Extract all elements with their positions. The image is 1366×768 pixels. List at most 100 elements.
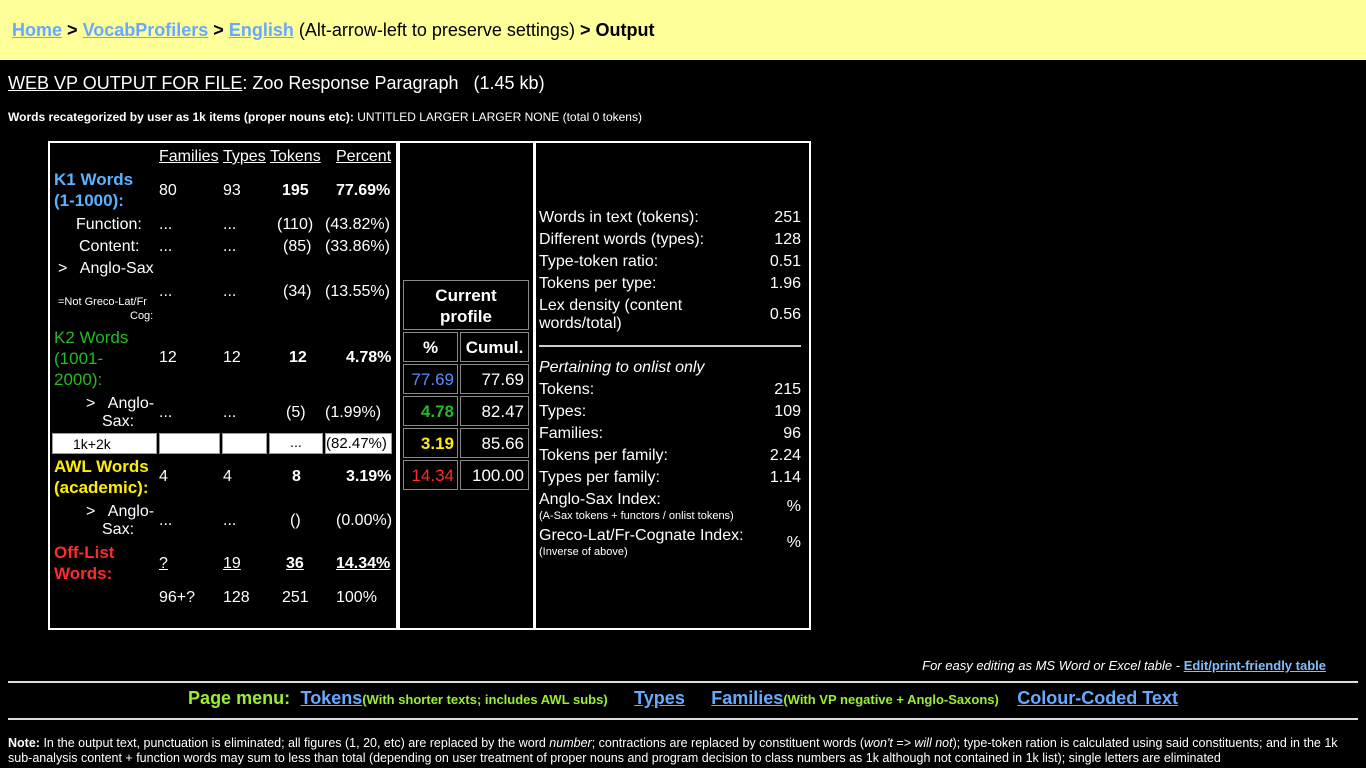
- awl-types: 4: [223, 468, 232, 485]
- content-types: ...: [223, 238, 237, 255]
- offlist-types: 19: [223, 555, 241, 572]
- k2-types: 12: [223, 349, 241, 366]
- notgreco-types: ...: [223, 283, 237, 300]
- types-per-family-value: 1.14: [769, 469, 801, 486]
- page-menu: Page menu: Tokens(With shorter texts; in…: [0, 688, 1366, 709]
- onlist-tokens-value: 215: [774, 381, 801, 398]
- stats-divider: [539, 345, 801, 347]
- notgreco-label: =Not Greco-Lat/Fr: [58, 296, 147, 308]
- different-words-label: Different words (types):: [539, 231, 705, 248]
- profile-cumul-k1: 77.69: [460, 364, 529, 394]
- footnote-text-1: In the output text, punctuation is elimi…: [43, 736, 546, 750]
- k2-percent: 4.78%: [346, 349, 392, 366]
- ttr-value: 0.51: [769, 253, 801, 270]
- anglosax3-families: ...: [159, 512, 173, 529]
- col-pct-header: %: [403, 332, 458, 362]
- k2-label: K2 Words: [54, 328, 129, 347]
- statistics-panel: Words in text (tokens): 251 Different wo…: [533, 141, 811, 630]
- breadcrumb-vocabprofilers-link[interactable]: VocabProfilers: [83, 20, 209, 40]
- greco-index-note: (Inverse of above): [539, 546, 628, 558]
- anglosax2-tokens: (5): [286, 404, 306, 421]
- menu-families-link[interactable]: Families: [711, 688, 783, 708]
- menu-colour-coded-link[interactable]: Colour-Coded Text: [1017, 688, 1178, 708]
- content-tokens: (85): [283, 238, 312, 255]
- anglosax-index-value: %: [786, 498, 801, 515]
- tokens-per-family-value: 2.24: [769, 447, 801, 464]
- edit-print-friendly-link[interactable]: Edit/print-friendly table: [1184, 658, 1326, 673]
- breadcrumb-separator: >: [579, 20, 591, 40]
- k1k2-families: [159, 433, 220, 454]
- divider-top: [8, 681, 1358, 683]
- page-title: WEB VP OUTPUT FOR FILE: Zoo Response Par…: [8, 73, 545, 94]
- profile-cumul-awl: 85.66: [460, 428, 529, 458]
- k1-families: 80: [159, 182, 177, 199]
- onlist-types-label: Types:: [539, 403, 587, 420]
- awl-families: 4: [159, 468, 168, 485]
- page-menu-label: Page menu:: [188, 688, 291, 708]
- total-families: 96+?: [159, 589, 196, 606]
- anglosax-index-label: Anglo-Sax Index:: [539, 491, 661, 508]
- k1-tokens: 195: [282, 182, 309, 199]
- anglosax2-families: ...: [159, 404, 173, 421]
- notgreco-tokens: (34): [283, 283, 312, 300]
- function-tokens: (110): [277, 216, 314, 233]
- current-profile-title: Current profile: [403, 280, 529, 330]
- anglosax2-types: ...: [223, 404, 237, 421]
- anglosax3-label-cont: Sax:: [102, 521, 135, 538]
- anglosax3-label: > Anglo-: [86, 503, 155, 520]
- function-label: Function:: [76, 216, 142, 233]
- anglosax-label: > Anglo-Sax: [58, 260, 154, 277]
- recategorized-value: UNTITLED LARGER LARGER NONE (total 0 tok…: [357, 110, 642, 124]
- offlist-percent: 14.34%: [336, 555, 391, 572]
- anglosax2-label: > Anglo-: [86, 395, 155, 412]
- profile-pct-k2: 4.78: [403, 396, 458, 426]
- onlist-heading: Pertaining to onlist only: [539, 359, 705, 376]
- breadcrumb-home-link[interactable]: Home: [12, 20, 62, 40]
- recategorized-line: Words recategorized by user as 1k items …: [8, 110, 642, 124]
- profile-pct-awl: 3.19: [403, 428, 458, 458]
- k1-range: (1-1000):: [54, 191, 124, 210]
- menu-tokens-link[interactable]: Tokens: [301, 688, 363, 708]
- total-tokens: 251: [282, 589, 309, 606]
- k1-types: 93: [223, 182, 241, 199]
- greco-index-value: %: [786, 534, 801, 551]
- breadcrumb-bar: Home > VocabProfilers > English (Alt-arr…: [0, 0, 1366, 60]
- onlist-types-value: 109: [774, 403, 801, 420]
- words-in-text-value: 251: [774, 209, 801, 226]
- onlist-families-label: Families:: [539, 425, 604, 442]
- anglosax3-types: ...: [223, 512, 237, 529]
- profile-cumul-k2: 82.47: [460, 396, 529, 426]
- menu-families-note: (With VP negative + Anglo-Saxons): [783, 692, 999, 707]
- footnote-contraction-example: won't => will not: [864, 736, 953, 750]
- tokens-per-type-value: 1.96: [769, 275, 801, 292]
- footnote: Note: In the output text, punctuation is…: [8, 736, 1358, 766]
- page-title-file: : Zoo Response Paragraph: [242, 73, 459, 93]
- breadcrumb-hint: (Alt-arrow-left to preserve settings): [298, 20, 575, 40]
- k1k2-percent: (82.47%): [325, 433, 392, 454]
- edit-note-text: For easy editing as MS Word or Excel tab…: [922, 658, 1181, 673]
- page-title-size: (1.45 kb): [473, 73, 545, 93]
- menu-tokens-note: (With shorter texts; includes AWL subs): [362, 692, 608, 707]
- awl-tokens: 8: [292, 468, 301, 485]
- current-profile-title-line2: profile: [440, 307, 492, 326]
- footnote-number-word: number: [549, 736, 592, 750]
- notgreco-label-cont: Cog:: [130, 310, 154, 322]
- awl-label-cont: (academic):: [54, 478, 149, 497]
- breadcrumb-separator: >: [213, 20, 224, 40]
- ttr-label: Type-token ratio:: [539, 253, 659, 270]
- offlist-families: ?: [159, 555, 168, 572]
- page-title-label: WEB VP OUTPUT FOR FILE: [8, 73, 243, 93]
- tokens-per-family-label: Tokens per family:: [539, 447, 668, 464]
- types-per-family-label: Types per family:: [539, 469, 660, 486]
- anglosax3-tokens: (): [290, 512, 301, 529]
- lex-density-label: Lex density (content: [539, 297, 683, 314]
- profile-pct-offlist: 14.34: [403, 460, 458, 490]
- breadcrumb-separator: >: [67, 20, 78, 40]
- menu-types-link[interactable]: Types: [634, 688, 685, 708]
- footnote-text-2: ; contractions are replaced by constitue…: [591, 736, 865, 750]
- breadcrumb-english-link[interactable]: English: [229, 20, 294, 40]
- frequency-table: Families Types Tokens Percent K1 Words (…: [48, 141, 398, 630]
- words-in-text-label: Words in text (tokens):: [539, 209, 699, 226]
- offlist-tokens: 36: [286, 555, 304, 572]
- onlist-families-value: 96: [783, 425, 801, 442]
